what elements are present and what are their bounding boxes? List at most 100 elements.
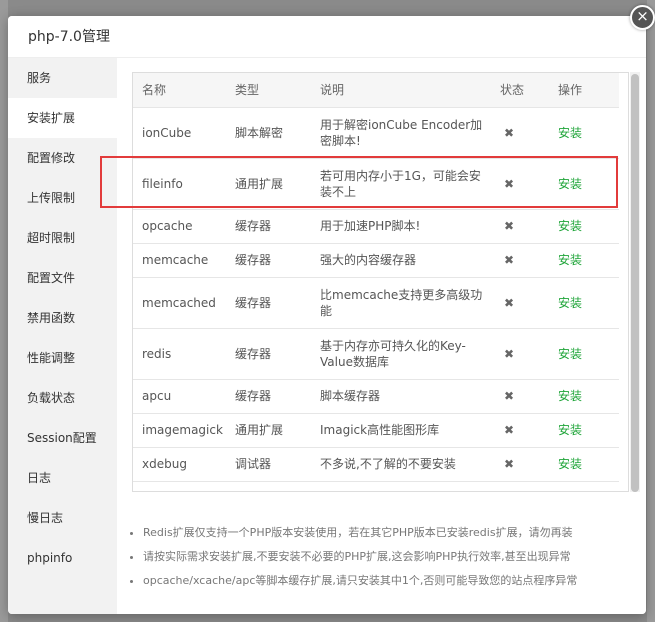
extension-desc: 用于加速PHP脚本! bbox=[311, 209, 491, 244]
not-installed-icon: ✖ bbox=[504, 176, 515, 191]
status-cell: ✖ bbox=[491, 243, 549, 278]
extension-desc: 用于解密ionCube Encoder加密脚本! bbox=[311, 107, 491, 159]
scrollbar-thumb[interactable] bbox=[631, 74, 639, 492]
action-cell: 安装 bbox=[549, 328, 619, 380]
extension-type: 调试器 bbox=[226, 447, 311, 482]
install-link[interactable]: 安装 bbox=[558, 126, 582, 140]
note-item: 请按实际需求安装扩展,不要安装不必要的PHP扩展,这会影响PHP执行效率,甚至出… bbox=[143, 545, 631, 569]
not-installed-icon: ✖ bbox=[504, 457, 515, 471]
sidebar-item-install-extensions[interactable]: 安装扩展 bbox=[8, 98, 117, 138]
extension-name: redis bbox=[133, 328, 226, 380]
status-cell: ✖ bbox=[491, 107, 549, 159]
sidebar-item-log[interactable]: 日志 bbox=[8, 458, 117, 498]
extension-desc: 强大的内容缓存器 bbox=[311, 243, 491, 278]
extension-name: fileinfo bbox=[133, 158, 226, 210]
install-link[interactable]: 安装 bbox=[558, 219, 582, 233]
php-manager-dialog: php-7.0管理 服务 安装扩展 配置修改 上传限制 超时限制 配置文件 禁用… bbox=[8, 16, 646, 614]
table-row: opcache 缓存器 用于加速PHP脚本! ✖ 安装 bbox=[133, 209, 619, 244]
action-cell: 安装 bbox=[549, 209, 619, 244]
install-link[interactable]: 安装 bbox=[558, 296, 582, 310]
not-installed-icon: ✖ bbox=[504, 253, 515, 267]
not-installed-icon: ✖ bbox=[504, 125, 515, 140]
sidebar-item-load-status[interactable]: 负载状态 bbox=[8, 378, 117, 418]
extension-desc: Imagick高性能图形库 bbox=[311, 413, 491, 448]
status-cell: ✖ bbox=[491, 277, 549, 329]
table-row: memcached 缓存器 比memcache支持更多高级功能 ✖ 安装 bbox=[133, 277, 619, 329]
column-header-type: 类型 bbox=[226, 73, 311, 108]
table-row: fileinfo 通用扩展 若可用内存小于1G，可能会安装不上 ✖ 安装 bbox=[133, 158, 619, 210]
background-page-left bbox=[0, 0, 8, 622]
extension-type: 缓存器 bbox=[226, 277, 311, 329]
extension-type: 通用扩展 bbox=[226, 413, 311, 448]
note-item: opcache/xcache/apc等脚本缓存扩展,请只安装其中1个,否则可能导… bbox=[143, 569, 631, 593]
extension-type: 缓存器 bbox=[226, 209, 311, 244]
extension-name: xdebug bbox=[133, 447, 226, 482]
sidebar: 服务 安装扩展 配置修改 上传限制 超时限制 配置文件 禁用函数 性能调整 负载… bbox=[8, 58, 117, 614]
extension-desc: 若可用内存小于1G，可能会安装不上 bbox=[311, 158, 491, 210]
status-cell: ✖ bbox=[491, 447, 549, 482]
extension-desc: 不多说,不了解的不要安装 bbox=[311, 447, 491, 482]
table-row: ionCube 脚本解密 用于解密ionCube Encoder加密脚本! ✖ … bbox=[133, 107, 619, 159]
action-cell: 安装 bbox=[549, 447, 619, 482]
extension-type: 脚本解密 bbox=[226, 107, 311, 159]
not-installed-icon: ✖ bbox=[504, 219, 515, 233]
action-cell: 安装 bbox=[549, 158, 619, 210]
extension-desc: 比memcache支持更多高级功能 bbox=[311, 277, 491, 329]
install-link[interactable]: 安装 bbox=[558, 457, 582, 471]
extension-name: imagemagick bbox=[133, 413, 226, 448]
sidebar-item-performance-tuning[interactable]: 性能调整 bbox=[8, 338, 117, 378]
sidebar-item-phpinfo[interactable]: phpinfo bbox=[8, 538, 117, 578]
extension-type: 缓存器 bbox=[226, 328, 311, 380]
action-cell: 安装 bbox=[549, 413, 619, 448]
extension-name: apcu bbox=[133, 379, 226, 414]
action-cell: 安装 bbox=[549, 277, 619, 329]
sidebar-item-upload-limit[interactable]: 上传限制 bbox=[8, 178, 117, 218]
status-cell: ✖ bbox=[491, 158, 549, 210]
not-installed-icon: ✖ bbox=[504, 346, 515, 361]
sidebar-item-session-config[interactable]: Session配置 bbox=[8, 418, 117, 458]
install-link[interactable]: 安装 bbox=[558, 253, 582, 267]
table-row: apcu 缓存器 脚本缓存器 ✖ 安装 bbox=[133, 379, 619, 414]
action-cell: 安装 bbox=[549, 107, 619, 159]
sidebar-item-disabled-functions[interactable]: 禁用函数 bbox=[8, 298, 117, 338]
sidebar-item-timeout-limit[interactable]: 超时限制 bbox=[8, 218, 117, 258]
install-link[interactable]: 安装 bbox=[558, 177, 582, 191]
sidebar-item-config-file[interactable]: 配置文件 bbox=[8, 258, 117, 298]
status-cell: ✖ bbox=[491, 413, 549, 448]
sidebar-item-slow-log[interactable]: 慢日志 bbox=[8, 498, 117, 538]
install-link[interactable]: 安装 bbox=[558, 347, 582, 361]
install-link[interactable]: 安装 bbox=[558, 423, 582, 437]
extension-type: 缓存器 bbox=[226, 379, 311, 414]
extension-name: ionCube bbox=[133, 107, 226, 159]
sidebar-item-config-edit[interactable]: 配置修改 bbox=[8, 138, 117, 178]
table-scrollbar[interactable] bbox=[630, 72, 640, 492]
extension-desc: 基于内存亦可持久化的Key-Value数据库 bbox=[311, 328, 491, 380]
extensions-table-container[interactable]: 名称 类型 说明 状态 操作 ionCube 脚本解密 用于解密ionCube … bbox=[132, 72, 629, 492]
close-button[interactable]: × bbox=[630, 5, 655, 30]
extension-name: opcache bbox=[133, 209, 226, 244]
table-row: memcache 缓存器 强大的内容缓存器 ✖ 安装 bbox=[133, 243, 619, 278]
extensions-table: 名称 类型 说明 状态 操作 ionCube 脚本解密 用于解密ionCube … bbox=[133, 73, 619, 482]
notes-list: Redis扩展仅支持一个PHP版本安装使用，若在其它PHP版本已安装redis扩… bbox=[131, 521, 631, 593]
table-row: xdebug 调试器 不多说,不了解的不要安装 ✖ 安装 bbox=[133, 447, 619, 482]
table-row: imagemagick 通用扩展 Imagick高性能图形库 ✖ 安装 bbox=[133, 413, 619, 448]
column-header-name: 名称 bbox=[133, 73, 226, 108]
extension-name: memcached bbox=[133, 277, 226, 329]
extension-type: 通用扩展 bbox=[226, 158, 311, 210]
action-cell: 安装 bbox=[549, 243, 619, 278]
not-installed-icon: ✖ bbox=[504, 295, 515, 310]
action-cell: 安装 bbox=[549, 379, 619, 414]
not-installed-icon: ✖ bbox=[504, 389, 515, 403]
table-row: redis 缓存器 基于内存亦可持久化的Key-Value数据库 ✖ 安装 bbox=[133, 328, 619, 380]
note-item: Redis扩展仅支持一个PHP版本安装使用，若在其它PHP版本已安装redis扩… bbox=[143, 521, 631, 545]
dialog-title: php-7.0管理 bbox=[8, 16, 646, 58]
column-header-desc: 说明 bbox=[311, 73, 491, 108]
extension-desc: 脚本缓存器 bbox=[311, 379, 491, 414]
status-cell: ✖ bbox=[491, 379, 549, 414]
install-link[interactable]: 安装 bbox=[558, 389, 582, 403]
background-page-right bbox=[647, 0, 655, 622]
column-header-status: 状态 bbox=[491, 73, 549, 108]
column-header-action: 操作 bbox=[549, 73, 619, 108]
status-cell: ✖ bbox=[491, 209, 549, 244]
sidebar-item-service[interactable]: 服务 bbox=[8, 58, 117, 98]
